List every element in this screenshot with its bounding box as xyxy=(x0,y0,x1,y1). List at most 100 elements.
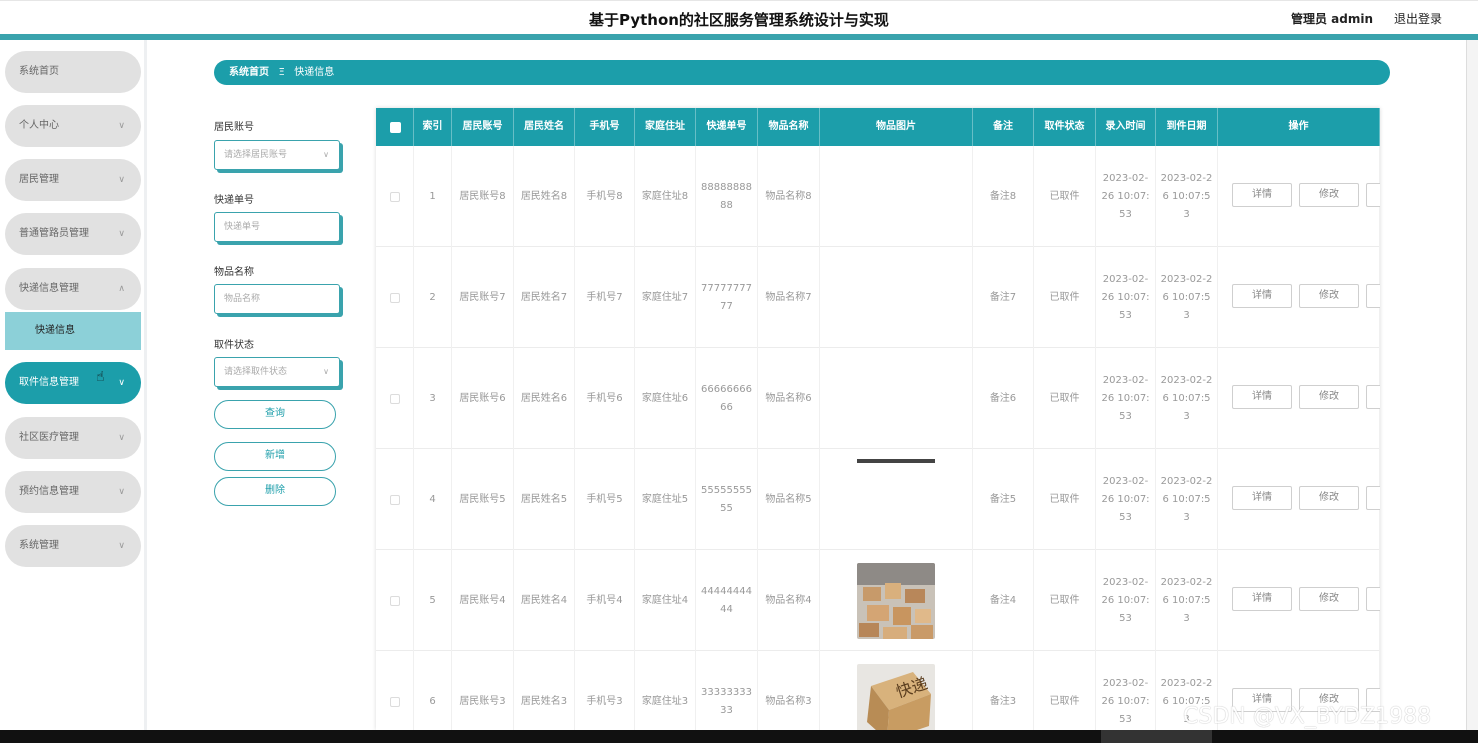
breadcrumb-home[interactable]: 系统首页 xyxy=(229,67,269,78)
cell-created: 2023-02-26 10:07:53 xyxy=(1096,247,1156,348)
edit-button[interactable]: 修改 xyxy=(1299,486,1359,510)
delete-row-button[interactable] xyxy=(1366,587,1380,611)
cell-phone: 手机号4 xyxy=(575,550,635,651)
header-select-all[interactable] xyxy=(376,108,414,146)
sidebar-subitem-express-info[interactable]: 快递信息 xyxy=(5,312,141,350)
row-select-cell xyxy=(376,247,414,348)
row-select-cell xyxy=(376,550,414,651)
cell-account: 居民账号7 xyxy=(452,247,514,348)
cell-arrival: 2023-02-26 10:07:53 xyxy=(1156,146,1218,247)
detail-button[interactable]: 详情 xyxy=(1232,587,1292,611)
sidebar-item-system[interactable]: 系统管理 ∨ xyxy=(5,525,141,567)
sidebar-item-staff[interactable]: 普通管路员管理 ∨ xyxy=(5,213,141,255)
cell-arrival: 2023-02-26 10:07:53 xyxy=(1156,247,1218,348)
header-divider xyxy=(0,34,1478,40)
column-header: 手机号 xyxy=(575,108,635,146)
sidebar-item-personal-center[interactable]: 个人中心 ∨ xyxy=(5,105,141,147)
chevron-down-icon: ∨ xyxy=(118,487,125,497)
item-image-cell xyxy=(820,146,973,247)
cell-status: 已取件 xyxy=(1034,449,1096,550)
cell-note: 备注4 xyxy=(973,550,1034,651)
page-scrollbar[interactable] xyxy=(1466,40,1478,730)
edit-button[interactable]: 修改 xyxy=(1299,284,1359,308)
cell-tracking: 8888888888 xyxy=(696,146,758,247)
row-checkbox[interactable] xyxy=(389,595,400,606)
edit-button[interactable]: 修改 xyxy=(1299,587,1359,611)
delete-button[interactable]: 删除 xyxy=(214,477,336,506)
item-image[interactable] xyxy=(857,562,935,639)
row-checkbox[interactable] xyxy=(389,393,400,404)
detail-button[interactable]: 详情 xyxy=(1232,284,1292,308)
resident-account-select[interactable]: 请选择居民账号 ∨ xyxy=(214,140,340,170)
column-header: 居民账号 xyxy=(452,108,514,146)
cell-phone: 手机号8 xyxy=(575,146,635,247)
cell-note: 备注5 xyxy=(973,449,1034,550)
table-row: 2 居民账号7 居民姓名7 手机号7 家庭住址7 7777777777 物品名称7 备注7 已取… xyxy=(376,247,1380,348)
search-button[interactable]: 查询 xyxy=(214,400,336,429)
sidebar-item-express[interactable]: 快递信息管理 ∧ xyxy=(5,268,141,310)
logout-link[interactable]: 退出登录 xyxy=(1394,10,1442,27)
row-checkbox[interactable] xyxy=(389,191,400,202)
cell-note: 备注7 xyxy=(973,247,1034,348)
cell-address: 家庭住址3 xyxy=(635,651,696,730)
sidebar-item-label: 快递信息管理 xyxy=(19,283,79,294)
cell-tracking: 5555555555 xyxy=(696,449,758,550)
sidebar-item-label: 普通管路员管理 xyxy=(19,228,89,239)
checkbox-icon[interactable] xyxy=(390,122,401,133)
row-checkbox[interactable] xyxy=(389,292,400,303)
sidebar-item-label: 预约信息管理 xyxy=(19,486,79,497)
sidebar-item-medical[interactable]: 社区医疗管理 ∨ xyxy=(5,417,141,459)
sidebar-item-label: 个人中心 xyxy=(19,120,59,131)
item-name-input[interactable]: 物品名称 xyxy=(214,284,340,314)
delete-row-button[interactable] xyxy=(1366,183,1380,207)
cell-index: 1 xyxy=(414,146,452,247)
add-button[interactable]: 新增 xyxy=(214,442,336,471)
cell-item: 物品名称4 xyxy=(758,550,820,651)
delete-row-button[interactable] xyxy=(1366,385,1380,409)
row-select-cell xyxy=(376,651,414,730)
sidebar-item-home[interactable]: 系统首页 xyxy=(5,51,141,93)
cell-item: 物品名称6 xyxy=(758,348,820,449)
breadcrumb-separator-icon: Ξ xyxy=(278,67,285,78)
sidebar-item-appointments[interactable]: 预约信息管理 ∨ xyxy=(5,471,141,513)
cell-note: 备注3 xyxy=(973,651,1034,730)
edit-button[interactable]: 修改 xyxy=(1299,183,1359,207)
cell-index: 4 xyxy=(414,449,452,550)
cell-item: 物品名称7 xyxy=(758,247,820,348)
detail-button[interactable]: 详情 xyxy=(1232,385,1292,409)
column-header: 家庭住址 xyxy=(635,108,696,146)
cell-note: 备注6 xyxy=(973,348,1034,449)
tracking-no-label: 快递单号 xyxy=(214,195,254,206)
chevron-down-icon: ∨ xyxy=(118,378,125,388)
resident-account-label: 居民账号 xyxy=(214,122,254,133)
sidebar: 系统首页 个人中心 ∨ 居民管理 ∨ 普通管路员管理 ∨ 快递信息管理 ∧ 快递… xyxy=(0,40,147,730)
sidebar-item-label: 居民管理 xyxy=(19,174,59,185)
chevron-down-icon: ∨ xyxy=(118,541,125,551)
delete-row-button[interactable] xyxy=(1366,284,1380,308)
tracking-no-placeholder: 快递单号 xyxy=(224,222,261,232)
item-image[interactable] xyxy=(857,459,935,463)
pickup-status-select[interactable]: 请选择取件状态 ∨ xyxy=(214,357,340,387)
item-image-cell xyxy=(820,348,973,449)
item-image[interactable]: 快递 xyxy=(857,663,935,730)
admin-label: 管理员 admin xyxy=(1291,12,1374,26)
row-checkbox[interactable] xyxy=(389,696,400,707)
detail-button[interactable]: 详情 xyxy=(1232,183,1292,207)
detail-button[interactable]: 详情 xyxy=(1232,486,1292,510)
cell-phone: 手机号6 xyxy=(575,348,635,449)
delete-row-button[interactable] xyxy=(1366,486,1380,510)
cell-account: 居民账号8 xyxy=(452,146,514,247)
cell-status: 已取件 xyxy=(1034,146,1096,247)
sidebar-item-pickup[interactable]: 取件信息管理 ∨ xyxy=(5,362,141,404)
edit-button[interactable]: 修改 xyxy=(1299,385,1359,409)
sidebar-item-label: 系统管理 xyxy=(19,540,59,551)
actions-cell: 详情 修改 xyxy=(1218,348,1380,449)
tracking-no-input[interactable]: 快递单号 xyxy=(214,212,340,242)
express-table: 索引 居民账号 居民姓名 手机号 家庭住址 快递单号 物品名称 物品图片 备注 取件状态 录入时间到… xyxy=(376,108,1380,730)
cell-phone: 手机号7 xyxy=(575,247,635,348)
cell-name: 居民姓名4 xyxy=(514,550,575,651)
row-checkbox[interactable] xyxy=(389,494,400,505)
sidebar-item-residents[interactable]: 居民管理 ∨ xyxy=(5,159,141,201)
cell-created: 2023-02-26 10:07:53 xyxy=(1096,651,1156,730)
cell-address: 家庭住址4 xyxy=(635,550,696,651)
